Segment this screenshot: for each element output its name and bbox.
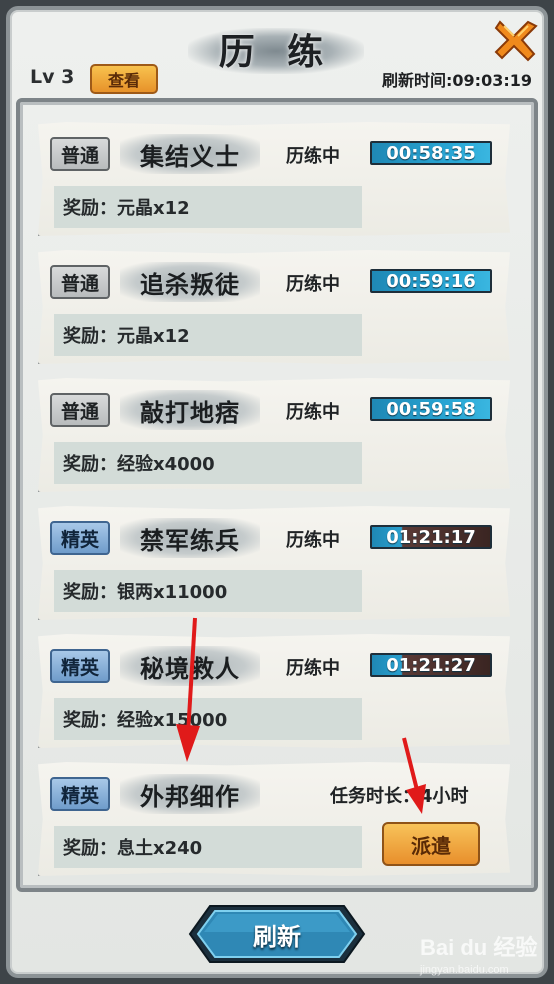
- task-timer: 01:21:27: [370, 653, 492, 677]
- task-reward: 奖励：经验x15000: [54, 698, 362, 740]
- refresh-button[interactable]: 刷新: [188, 904, 366, 964]
- grade-badge: 精英: [50, 521, 110, 555]
- task-status: 历练中: [286, 146, 340, 167]
- task-timer: 00:59:16: [370, 269, 492, 293]
- task-timer: 01:21:17: [370, 525, 492, 549]
- refresh-time-label: 刷新时间:09:03:19: [382, 71, 532, 90]
- task-name: 外邦细作: [120, 774, 260, 814]
- task-status: 历练中: [286, 658, 340, 679]
- page-title: 历 练: [218, 32, 334, 73]
- task-reward: 奖励：元晶x12: [54, 186, 362, 228]
- task-card[interactable]: 精英 外邦细作 任务时长：4小时 奖励：息土x240 派遣: [38, 762, 510, 876]
- grade-badge: 普通: [50, 137, 110, 171]
- dispatch-button[interactable]: 派遣: [382, 822, 480, 866]
- task-name: 禁军练兵: [120, 518, 260, 558]
- view-button[interactable]: 查看: [90, 64, 158, 94]
- watermark-url: jingyan.baidu.com: [420, 964, 509, 976]
- task-reward: 奖励：息土x240: [54, 826, 362, 868]
- task-name: 集结义士: [120, 134, 260, 174]
- grade-badge: 精英: [50, 777, 110, 811]
- grade-badge: 普通: [50, 265, 110, 299]
- task-card[interactable]: 普通 敲打地痞 历练中 00:59:58 奖励：经验x4000: [38, 378, 510, 492]
- task-timer: 00:58:35: [370, 141, 492, 165]
- task-reward: 奖励：元晶x12: [54, 314, 362, 356]
- grade-badge: 精英: [50, 649, 110, 683]
- task-card[interactable]: 精英 禁军练兵 历练中 01:21:17 奖励：银两x11000: [38, 506, 510, 620]
- level-label: Lv 3: [30, 66, 75, 88]
- title-banner: 历 练: [188, 18, 364, 80]
- task-card[interactable]: 普通 集结义士 历练中 00:58:35 奖励：元晶x12: [38, 122, 510, 236]
- annotation-arrow-icon: [402, 737, 426, 814]
- task-reward: 奖励：经验x4000: [54, 442, 362, 484]
- task-status: 历练中: [286, 274, 340, 295]
- task-reward: 奖励：银两x11000: [54, 570, 362, 612]
- close-x-icon: [494, 20, 538, 62]
- task-status: 历练中: [286, 530, 340, 551]
- grade-badge: 普通: [50, 393, 110, 427]
- task-name: 敲打地痞: [120, 390, 260, 430]
- task-status: 历练中: [286, 402, 340, 423]
- task-timer: 00:59:58: [370, 397, 492, 421]
- task-card[interactable]: 普通 追杀叛徒 历练中 00:59:16 奖励：元晶x12: [38, 250, 510, 364]
- annotation-arrow-icon: [176, 617, 200, 762]
- refresh-label: 刷新: [253, 922, 301, 951]
- task-name: 追杀叛徒: [120, 262, 260, 302]
- watermark: Bai du 经验 jingyan.baidu.com: [420, 930, 544, 976]
- close-button[interactable]: [494, 18, 538, 62]
- watermark-logo: Bai du 经验: [420, 935, 538, 960]
- task-card[interactable]: 精英 秘境救人 历练中 01:21:27 奖励：经验x15000: [38, 634, 510, 748]
